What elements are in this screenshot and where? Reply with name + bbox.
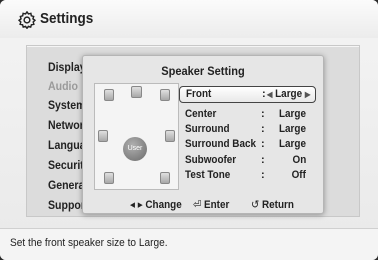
menu-item-display[interactable]: Display [48, 60, 86, 74]
row-value: Large [279, 108, 306, 120]
surround-left-speaker-icon [98, 130, 108, 142]
center-speaker-icon [131, 86, 142, 98]
row-colon: : [261, 108, 265, 120]
row-value: Large [279, 123, 306, 135]
surround-back-left-speaker-icon [104, 172, 114, 184]
row-value: ◀ Large ▶ [266, 88, 310, 100]
surround-back-right-speaker-icon [160, 172, 170, 184]
row-label: Test Tone [185, 169, 231, 181]
enter-hint[interactable]: ⏎ Enter [193, 198, 229, 211]
surround-right-speaker-icon [165, 130, 175, 142]
speaker-row-subwoofer[interactable]: Subwoofer : On [179, 153, 314, 168]
return-hint[interactable]: ↺ Return [251, 198, 294, 211]
status-text: Set the front speaker size to Large. [10, 237, 168, 249]
speaker-row-surround-back[interactable]: Surround Back : Large [179, 137, 314, 152]
button-hints: ◂ ▸ Change ⏎ Enter ↺ Return [83, 198, 323, 212]
row-colon: : [261, 154, 265, 166]
row-value: Large [279, 138, 306, 150]
arrow-left-icon[interactable]: ◀ [266, 90, 272, 99]
row-colon: : [261, 138, 265, 150]
row-label: Subwoofer [185, 154, 237, 166]
row-colon: : [261, 123, 265, 135]
arrow-right-icon[interactable]: ▶ [304, 90, 310, 99]
speaker-row-center[interactable]: Center : Large [179, 107, 314, 122]
user-position-icon: User [123, 137, 147, 161]
left-right-arrows-icon: ◂ ▸ [130, 199, 143, 211]
status-bar: Set the front speaker size to Large. [0, 228, 378, 260]
dialog-title: Speaker Setting [161, 64, 245, 78]
speaker-row-surround[interactable]: Surround : Large [179, 122, 314, 137]
row-label: Surround [185, 123, 230, 135]
menu-item-system[interactable]: System [48, 98, 86, 112]
speaker-layout-diagram: User [94, 83, 179, 190]
gear-icon [18, 11, 36, 29]
row-colon: : [262, 88, 266, 100]
speaker-row-front[interactable]: Front : ◀ Large ▶ [179, 86, 316, 103]
title-bar: Settings [0, 0, 378, 38]
speaker-setting-dialog: Speaker Setting User Front : ◀ Large ▶ C… [82, 55, 324, 214]
row-label: Front [186, 88, 212, 100]
row-value: Off [291, 169, 306, 181]
front-right-speaker-icon [160, 89, 170, 101]
row-value: On [292, 154, 306, 166]
change-hint[interactable]: ◂ ▸ Change [130, 198, 182, 211]
settings-screen: Settings Display Audio System Network La… [0, 0, 378, 260]
enter-icon: ⏎ [193, 199, 202, 211]
front-left-speaker-icon [104, 89, 114, 101]
return-icon: ↺ [251, 199, 260, 211]
row-label: Center [185, 108, 217, 120]
menu-item-audio[interactable]: Audio [48, 79, 78, 93]
row-label: Surround Back [185, 138, 256, 150]
row-colon: : [261, 169, 265, 181]
speaker-row-test-tone[interactable]: Test Tone : Off [179, 168, 314, 183]
page-title: Settings [40, 10, 94, 27]
